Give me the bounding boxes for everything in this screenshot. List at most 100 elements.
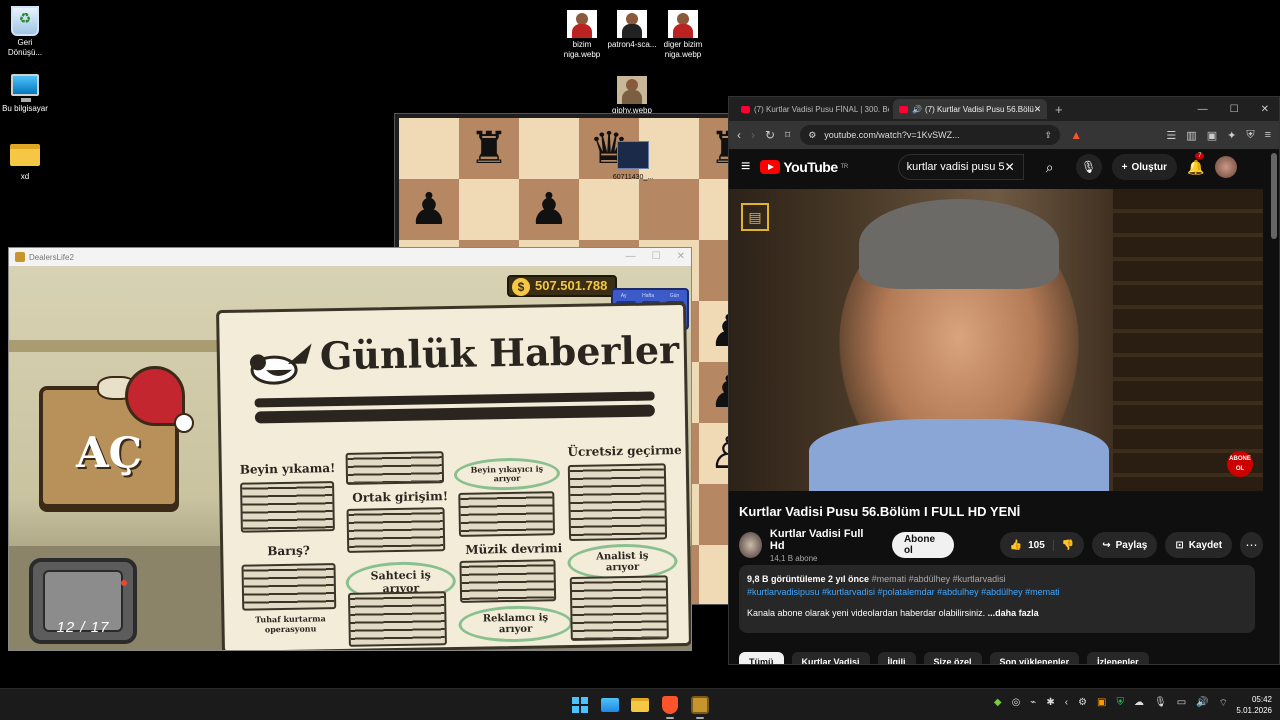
taskbar-dealers-life[interactable]: [688, 693, 712, 719]
hamburger-menu-icon[interactable]: ≡: [741, 158, 750, 176]
headline-reklamci[interactable]: Reklamcı iş arıyor: [458, 604, 573, 643]
headline-ortak-girisim[interactable]: Ortak girişim!: [352, 489, 448, 505]
notifications-bell-icon[interactable]: 🔔 7: [1187, 152, 1205, 176]
close-tab-icon[interactable]: ✕: [1034, 104, 1042, 115]
forward-icon[interactable]: ›: [751, 128, 755, 142]
account-avatar[interactable]: [1214, 156, 1237, 178]
desktop-icon-this-pc[interactable]: Bu bilgisayar: [0, 74, 60, 114]
reload-icon[interactable]: ↻: [765, 128, 775, 142]
minimize-icon[interactable]: —: [1198, 104, 1208, 115]
back-icon[interactable]: ‹: [737, 128, 741, 142]
tab-kurtlar-final[interactable]: (7) Kurtlar Vadisi Pusu FİNAL | 300. Bö: [735, 99, 889, 119]
desktop-icon-diger-bizim-niga[interactable]: diger bizim niga.webp: [648, 10, 718, 60]
close-icon[interactable]: ✕: [1261, 104, 1269, 115]
dragged-file-thumbnail[interactable]: [617, 141, 649, 169]
browser-menu-icon[interactable]: ≡: [1265, 129, 1271, 142]
save-button[interactable]: ⊡ Kaydet: [1165, 532, 1233, 558]
subscribe-overlay-badge[interactable]: ABONE OL: [1227, 451, 1253, 477]
more-actions-icon[interactable]: ⋯: [1240, 532, 1263, 558]
dealers-life-titlebar[interactable]: DealersLife2 — ☐ ✕: [9, 248, 691, 266]
start-button[interactable]: [568, 693, 592, 717]
security-icon[interactable]: ⛨: [1116, 697, 1124, 710]
desktop-icon-recycle-bin[interactable]: Geri Dönüşü...: [0, 6, 60, 58]
maximize-icon[interactable]: ☐: [1230, 104, 1239, 115]
chess-square[interactable]: [459, 179, 519, 240]
chess-square[interactable]: ♟: [519, 179, 579, 240]
inventory-device-button[interactable]: 12 / 17: [29, 558, 137, 644]
browser-window[interactable]: (7) Kurtlar Vadisi Pusu FİNAL | 300. Bö …: [728, 96, 1280, 665]
newspaper[interactable]: Günlük Haberler Beyin yıkama! Barış? Tuh…: [216, 301, 691, 650]
desktop-icon-xd-folder[interactable]: xd: [0, 144, 60, 182]
new-tab-icon[interactable]: +: [1055, 102, 1063, 117]
headline-beyin-yikama[interactable]: Beyin yıkama!: [240, 461, 336, 477]
speaker-icon[interactable]: 🔊: [912, 105, 922, 114]
page-scrollbar[interactable]: [1271, 153, 1277, 239]
youtube-logo[interactable]: YouTube TR: [760, 159, 848, 175]
chess-square[interactable]: [519, 118, 579, 179]
wallet-icon[interactable]: ▣: [1207, 129, 1217, 142]
subscribe-button[interactable]: Abone ol: [891, 532, 954, 558]
settings-tray-icon[interactable]: ⚙: [1078, 697, 1087, 710]
create-button[interactable]: + Oluştur: [1111, 154, 1178, 180]
dealers-life-window[interactable]: DealersLife2 — ☐ ✕ AÇ 12 / 17 $ 507.501.…: [8, 247, 692, 651]
share-icon[interactable]: ⇪: [1045, 130, 1053, 141]
channel-name[interactable]: Kurtlar Vadisi Full Hd: [770, 528, 868, 552]
hashtags-top[interactable]: #memati #abdülhey #kurtlarvadisi: [872, 574, 1006, 584]
app-tray-icon-2[interactable]: ▣: [1097, 697, 1106, 710]
chess-square[interactable]: ♜: [459, 118, 519, 179]
maximize-icon[interactable]: ☐: [652, 251, 661, 262]
headline-baris[interactable]: Barış?: [267, 544, 310, 559]
headline-tuhaf-kurtarma[interactable]: Tuhaf kurtarma operasyonu: [250, 613, 330, 634]
close-icon[interactable]: ✕: [677, 251, 685, 262]
microphone-tray-icon[interactable]: 🎙: [1154, 697, 1167, 710]
headline-beyin-yikayici[interactable]: Beyin yıkayıcı iş arıyor: [453, 457, 561, 491]
sidebar-icon[interactable]: ▥: [1186, 129, 1196, 142]
chip-recently-uploaded[interactable]: Son yüklenenler: [989, 652, 1080, 664]
search-icon[interactable]: ⌕: [1034, 154, 1066, 180]
chess-square[interactable]: [579, 179, 639, 240]
share-button[interactable]: ↪ Paylaş: [1092, 532, 1158, 558]
desktop-icon-giphy[interactable]: giphy.webp: [597, 76, 667, 116]
app-tray-icon[interactable]: ⌁: [1030, 697, 1036, 710]
bluetooth-icon[interactable]: ✱: [1046, 697, 1054, 710]
vpn-icon[interactable]: ⛨: [1246, 129, 1254, 142]
nvidia-icon[interactable]: ◆: [994, 697, 1002, 710]
clear-search-icon[interactable]: ✕: [1005, 160, 1015, 174]
search-input[interactable]: kurtlar vadisi pusu 5 ✕: [897, 154, 1024, 180]
minimize-icon[interactable]: —: [626, 251, 636, 262]
chip-all[interactable]: Tümü: [739, 652, 784, 664]
channel-avatar[interactable]: [739, 532, 762, 558]
headline-ucretsiz-gecirme[interactable]: Ücretsiz geçirme: [567, 443, 681, 459]
tab-kurtlar-56[interactable]: 🔊 (7) Kurtlar Vadisi Pusu 56.Bölü ✕: [893, 99, 1047, 119]
chip-for-you[interactable]: Size özel: [923, 652, 982, 664]
chess-square[interactable]: [639, 179, 699, 240]
cloud-icon[interactable]: ☁: [1134, 697, 1144, 710]
like-button[interactable]: 👍 105: [1000, 539, 1054, 551]
chip-related[interactable]: İlgili: [877, 652, 916, 664]
steam-icon[interactable]: ◎: [1012, 697, 1021, 710]
video-player[interactable]: ▤ ABONE OL: [729, 189, 1263, 491]
headline-muzik-devrimi[interactable]: Müzik devrimi: [465, 541, 562, 557]
reading-list-icon[interactable]: ☰: [1166, 129, 1176, 142]
leo-ai-icon[interactable]: ✦: [1227, 129, 1236, 142]
chip-watched[interactable]: İzlenenler: [1087, 652, 1149, 664]
brave-shields-icon[interactable]: ▲: [1070, 128, 1082, 142]
volume-icon[interactable]: 🔊: [1196, 697, 1208, 710]
video-description[interactable]: 9,8 B görüntüleme 2 yıl önce #memati #ab…: [739, 565, 1255, 633]
address-bar[interactable]: ⚙ youtube.com/watch?v=1KvSWZ... ⇪: [800, 125, 1061, 145]
bookmark-icon[interactable]: ⌑: [785, 130, 790, 141]
hashtags[interactable]: #kurtlarvadisipusu #kurtlarvadisi #polat…: [747, 586, 1247, 599]
site-info-icon[interactable]: ⚙: [808, 130, 816, 141]
clock[interactable]: 05:42 5.01.2026: [1236, 694, 1272, 716]
display-icon[interactable]: ▭: [1177, 697, 1186, 710]
taskbar-file-explorer[interactable]: [628, 693, 652, 717]
show-more-link[interactable]: ...daha fazla: [988, 608, 1039, 618]
chip-kurtlar-vadisi[interactable]: Kurtlar Vadisi: [791, 652, 870, 664]
hidden-icons-chevron-icon[interactable]: ‹: [1065, 697, 1068, 710]
microphone-icon[interactable]: 🎙: [1075, 154, 1102, 180]
taskbar-photos[interactable]: [598, 693, 622, 717]
dislike-button[interactable]: 👎: [1054, 540, 1084, 551]
chess-square[interactable]: [399, 118, 459, 179]
taskbar-brave[interactable]: [658, 693, 682, 719]
chess-square[interactable]: ♟: [399, 179, 459, 240]
